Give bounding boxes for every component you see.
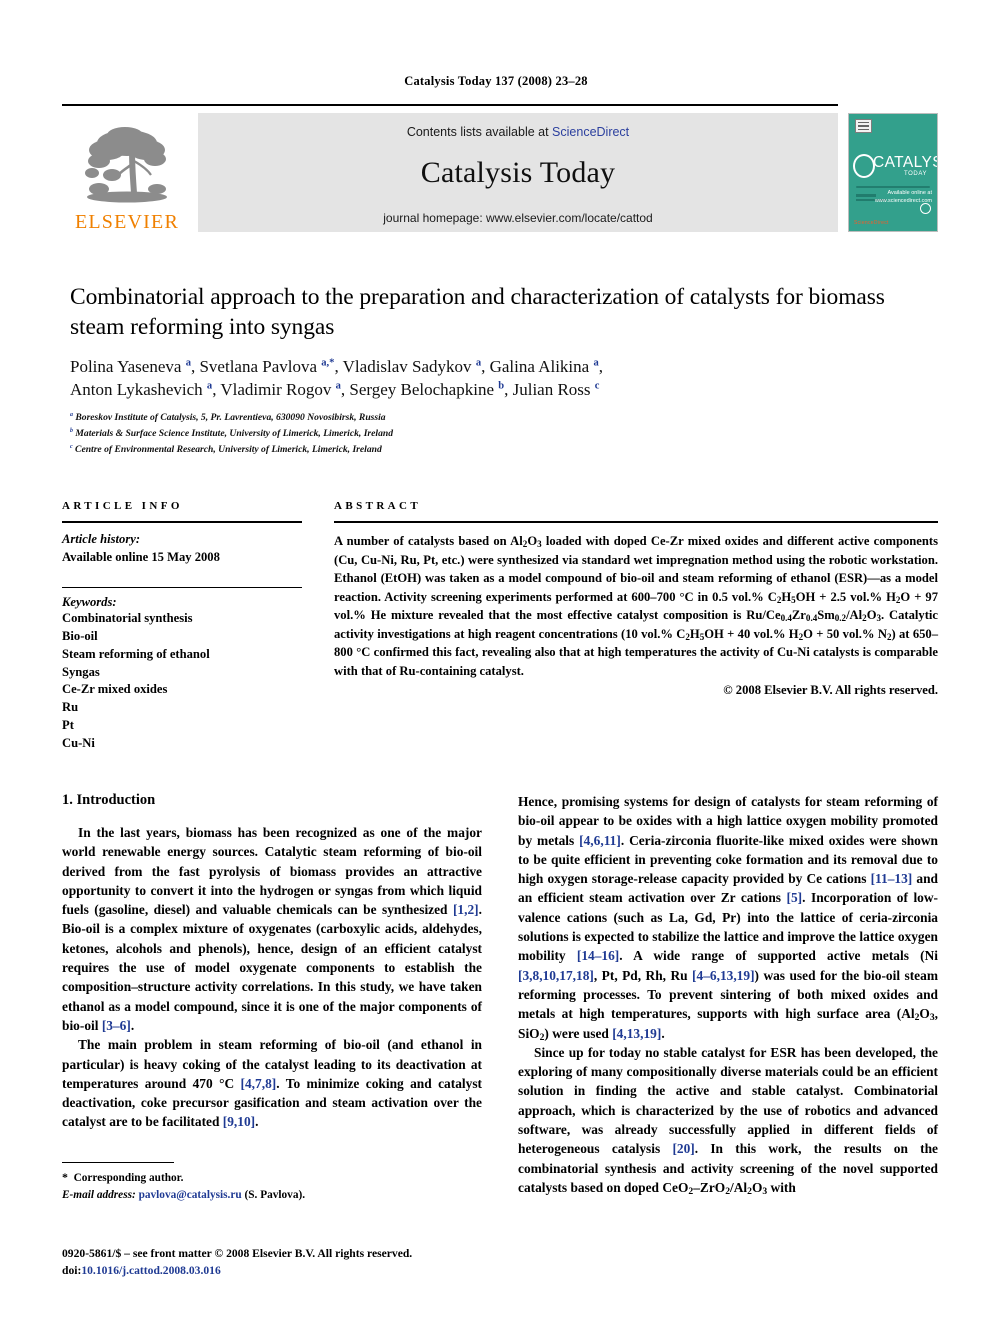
body-column-right: Hence, promising systems for design of c… bbox=[518, 792, 938, 1197]
keyword-item: Steam reforming of ethanol bbox=[62, 646, 210, 661]
affiliation-b: b Materials & Surface Science Institute,… bbox=[70, 427, 394, 439]
paragraph: The main problem in steam reforming of b… bbox=[62, 1037, 482, 1130]
cover-oval-mark-icon bbox=[853, 154, 875, 178]
introduction-heading: 1. Introduction bbox=[62, 792, 156, 808]
keyword-item: Combinatorial synthesis bbox=[62, 610, 193, 625]
corresponding-author-note: * Corresponding author. bbox=[62, 1170, 184, 1185]
footnote-block: * Corresponding author. E-mail address: … bbox=[62, 1162, 482, 1204]
abstract-heading: ABSTRACT bbox=[334, 500, 422, 512]
paragraph: In the last years, biomass has been reco… bbox=[62, 825, 482, 1033]
paragraph: Hence, promising systems for design of c… bbox=[518, 794, 939, 1043]
author-list: Polina Yaseneva a, Svetlana Pavlova a,*,… bbox=[70, 356, 936, 401]
journal-masthead: ELSEVIER Contents lists available at Sci… bbox=[62, 104, 938, 236]
keyword-item: Cu-Ni bbox=[62, 736, 95, 751]
sciencedirect-link[interactable]: ScienceDirect bbox=[552, 125, 629, 139]
email-note: E-mail address: pavlova@catalysis.ru (S.… bbox=[62, 1189, 306, 1202]
keyword-item: Ru bbox=[62, 700, 79, 715]
doi-label: doi: bbox=[62, 1264, 82, 1278]
author-line-2: Anton Lykashevich a, Vladimir Rogov a, S… bbox=[70, 379, 600, 399]
footnote-rule bbox=[62, 1162, 174, 1164]
cover-title: CATALYSIS bbox=[873, 154, 937, 171]
abstract-text: A number of catalysts based on Al2O3 loa… bbox=[334, 534, 939, 678]
doi-line: doi:10.1016/j.cattod.2008.03.016 bbox=[62, 1262, 582, 1279]
keyword-item: Bio-oil bbox=[62, 628, 98, 643]
abstract-column: ABSTRACT A number of catalysts based on … bbox=[334, 500, 938, 698]
affiliation-a: a Boreskov Institute of Catalysis, 5, Pr… bbox=[70, 412, 386, 424]
keyword-item: Syngas bbox=[62, 664, 100, 679]
keyword-item: Pt bbox=[62, 718, 74, 733]
paragraph: Since up for today no stable catalyst fo… bbox=[518, 1044, 938, 1198]
title-block: Combinatorial approach to the preparatio… bbox=[70, 283, 936, 457]
article-history-label: Article history: bbox=[62, 532, 141, 547]
contents-prefix: Contents lists available at bbox=[406, 125, 553, 139]
abstract-rule bbox=[334, 521, 938, 524]
cover-text-block bbox=[856, 194, 876, 197]
article-info-rule bbox=[62, 521, 302, 524]
body-column-left: 1. Introduction In the last years, bioma… bbox=[62, 792, 482, 1132]
elsevier-logo: ELSEVIER bbox=[62, 114, 192, 232]
front-matter-line: 0920-5861/$ – see front matter © 2008 El… bbox=[62, 1247, 413, 1260]
cover-brand-text: Available online at www.sciencedirect.com bbox=[874, 189, 932, 204]
contents-available-line: Contents lists available at ScienceDirec… bbox=[407, 125, 629, 139]
masthead-band: Contents lists available at ScienceDirec… bbox=[198, 113, 838, 232]
article-info-heading: ARTICLE INFO bbox=[62, 500, 183, 512]
imprint-block: 0920-5861/$ – see front matter © 2008 El… bbox=[62, 1245, 582, 1280]
article-page: Catalysis Today 137 (2008) 23–28 ELSEVIE… bbox=[0, 0, 992, 1323]
article-history-value: Available online 15 May 2008 bbox=[62, 549, 220, 564]
article-history: Article history: Available online 15 May… bbox=[62, 531, 302, 567]
affiliation-c: c Centre of Environmental Research, Univ… bbox=[70, 443, 382, 455]
masthead-top-rule bbox=[62, 104, 838, 107]
keywords-list: Combinatorial synthesis Bio-oil Steam re… bbox=[62, 610, 302, 753]
doi-value[interactable]: 10.1016/j.cattod.2008.03.016 bbox=[81, 1264, 220, 1277]
article-info-column: ARTICLE INFO Article history: Available … bbox=[62, 500, 302, 753]
cover-footer-text: ScienceDirect bbox=[854, 220, 889, 226]
abstract-copyright: © 2008 Elsevier B.V. All rights reserved… bbox=[723, 683, 938, 698]
journal-title: Catalysis Today bbox=[420, 156, 616, 189]
journal-homepage-link[interactable]: journal homepage: www.elsevier.com/locat… bbox=[198, 211, 838, 225]
cover-logo-icon bbox=[855, 119, 872, 133]
cover-subtitle: TODAY bbox=[904, 171, 928, 177]
running-head: Catalysis Today 137 (2008) 23–28 bbox=[404, 74, 588, 88]
author-line-1: Polina Yaseneva a, Svetlana Pavlova a,*,… bbox=[70, 357, 603, 377]
affiliation-list: a Boreskov Institute of Catalysis, 5, Pr… bbox=[70, 410, 936, 457]
keywords-label: Keywords: bbox=[62, 594, 117, 609]
journal-cover-thumbnail[interactable]: CATALYSIS TODAY Available online atwww.s… bbox=[848, 113, 938, 232]
article-title: Combinatorial approach to the preparatio… bbox=[70, 284, 885, 340]
keyword-item: Ce-Zr mixed oxides bbox=[62, 682, 168, 697]
elsevier-wordmark: ELSEVIER bbox=[74, 211, 180, 233]
elsevier-tree-icon bbox=[85, 127, 167, 203]
